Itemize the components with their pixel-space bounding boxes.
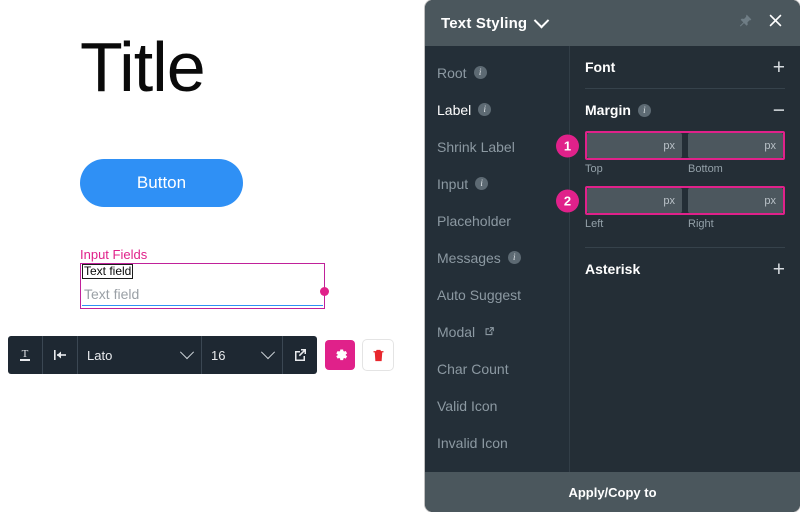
- nav-item-label: Modal: [437, 323, 476, 340]
- indent-left-icon[interactable]: [43, 336, 77, 374]
- margin-left-label: Left: [585, 218, 604, 230]
- external-link-icon[interactable]: [483, 325, 496, 338]
- nav-item-char-count[interactable]: Char Count: [437, 356, 569, 381]
- nav-item-label: Input: [437, 175, 469, 192]
- info-icon[interactable]: i: [637, 103, 651, 117]
- margin-top-bottom-row: 1 px px: [556, 131, 785, 160]
- chevron-down-icon: [260, 345, 276, 360]
- panel-title: Text Styling: [441, 14, 528, 32]
- nav-item-label: Char Count: [437, 360, 509, 377]
- page-title: Title: [80, 28, 206, 106]
- external-link-icon[interactable]: [283, 336, 317, 374]
- nav-item-label-section[interactable]: Label i: [437, 97, 569, 122]
- preview-canvas: Title Button Input Fields Text field Tex…: [0, 0, 425, 512]
- nav-item-root[interactable]: Root i: [437, 60, 569, 85]
- pin-icon[interactable]: [737, 13, 753, 34]
- panel-content: Font + Margin i − 1 px px Top Bottom 2 p…: [556, 46, 800, 472]
- nav-item-label: Shrink Label: [437, 138, 515, 155]
- nav-item-label: Root: [437, 64, 467, 81]
- unit-px: px: [663, 139, 675, 152]
- margin-right-label: Right: [688, 218, 714, 230]
- text-toolbar: T Lato 16: [8, 336, 393, 374]
- font-family-select[interactable]: Lato: [78, 336, 201, 374]
- margin-left-right-row: 2 px px: [556, 186, 785, 215]
- panel-header: Text Styling: [425, 0, 800, 46]
- info-icon[interactable]: i: [507, 251, 521, 264]
- margin-right-input[interactable]: px: [688, 188, 783, 213]
- margin-left-input[interactable]: px: [587, 188, 682, 213]
- margin-top-label: Top: [585, 163, 603, 175]
- unit-px: px: [764, 139, 776, 152]
- unit-px: px: [764, 194, 776, 207]
- panel-side-nav: Root i Label i Shrink Label Input i Plac…: [425, 46, 570, 472]
- info-icon[interactable]: i: [473, 66, 487, 79]
- margin-fields: 1 px px Top Bottom 2 px px Left Right: [556, 131, 800, 247]
- font-size-select[interactable]: 16: [202, 336, 282, 374]
- margin-left-right-labels: Left Right: [585, 218, 785, 230]
- settings-gear-button[interactable]: [325, 340, 355, 370]
- text-underline-icon[interactable]: T: [8, 336, 42, 374]
- nav-item-label: Valid Icon: [437, 397, 498, 414]
- resize-handle-dot[interactable]: [320, 287, 329, 296]
- margin-top-input[interactable]: px: [587, 133, 682, 158]
- collapse-margin-icon[interactable]: −: [773, 100, 785, 121]
- text-field-label: Text field: [81, 264, 134, 279]
- close-icon[interactable]: [767, 12, 784, 34]
- nav-item-modal[interactable]: Modal: [437, 319, 569, 344]
- section-asterisk[interactable]: Asterisk +: [570, 248, 800, 290]
- nav-item-label: Messages: [437, 249, 501, 266]
- nav-item-label: Label: [437, 101, 472, 118]
- chevron-down-icon[interactable]: [534, 12, 550, 28]
- nav-item-shrink-label[interactable]: Shrink Label: [437, 134, 569, 159]
- expand-font-icon[interactable]: +: [773, 57, 785, 78]
- section-margin[interactable]: Margin i −: [570, 89, 800, 131]
- step-badge-1: 1: [556, 134, 579, 157]
- apply-copy-to-button[interactable]: Apply/Copy to: [425, 472, 800, 512]
- unit-px: px: [663, 194, 675, 207]
- nav-item-invalid-icon[interactable]: Invalid Icon: [437, 430, 569, 455]
- toolbar-group: T Lato 16: [8, 336, 317, 374]
- nav-item-input[interactable]: Input i: [437, 171, 569, 196]
- apply-copy-to-label: Apply/Copy to: [568, 484, 657, 500]
- nav-item-label: Placeholder: [437, 212, 511, 229]
- nav-item-placeholder[interactable]: Placeholder: [437, 208, 569, 233]
- expand-asterisk-icon[interactable]: +: [773, 259, 785, 280]
- step-badge-2: 2: [556, 189, 579, 212]
- text-styling-panel: Text Styling Root i Label i Shrink Label…: [425, 0, 800, 512]
- input-fields-group-label: Input Fields: [80, 247, 148, 262]
- section-title: Asterisk: [585, 261, 641, 277]
- section-title: Font: [585, 59, 616, 75]
- nav-item-valid-icon[interactable]: Valid Icon: [437, 393, 569, 418]
- delete-button[interactable]: [363, 340, 393, 370]
- info-icon[interactable]: i: [478, 103, 492, 116]
- chevron-down-icon: [179, 345, 195, 360]
- margin-top-bottom-labels: Top Bottom: [585, 163, 785, 175]
- text-field-placeholder: Text field: [84, 286, 140, 302]
- nav-item-label: Invalid Icon: [437, 434, 508, 451]
- preview-button[interactable]: Button: [80, 159, 243, 207]
- svg-text:T: T: [22, 348, 29, 360]
- section-font[interactable]: Font +: [570, 46, 800, 88]
- text-field-selection-box[interactable]: Text field Text field: [80, 263, 325, 309]
- margin-bottom-label: Bottom: [688, 163, 723, 175]
- nav-item-messages[interactable]: Messages i: [437, 245, 569, 270]
- info-icon[interactable]: i: [475, 177, 489, 190]
- section-title: Margin: [585, 102, 631, 118]
- panel-header-actions: [737, 12, 784, 34]
- text-field-underline: [82, 304, 323, 306]
- nav-item-auto-suggest[interactable]: Auto Suggest: [437, 282, 569, 307]
- margin-bottom-input[interactable]: px: [688, 133, 783, 158]
- app-root: Title Button Input Fields Text field Tex…: [0, 0, 800, 512]
- panel-body: Root i Label i Shrink Label Input i Plac…: [425, 46, 800, 472]
- font-family-value: Lato: [87, 347, 113, 363]
- font-size-value: 16: [211, 347, 226, 363]
- nav-item-label: Auto Suggest: [437, 286, 522, 303]
